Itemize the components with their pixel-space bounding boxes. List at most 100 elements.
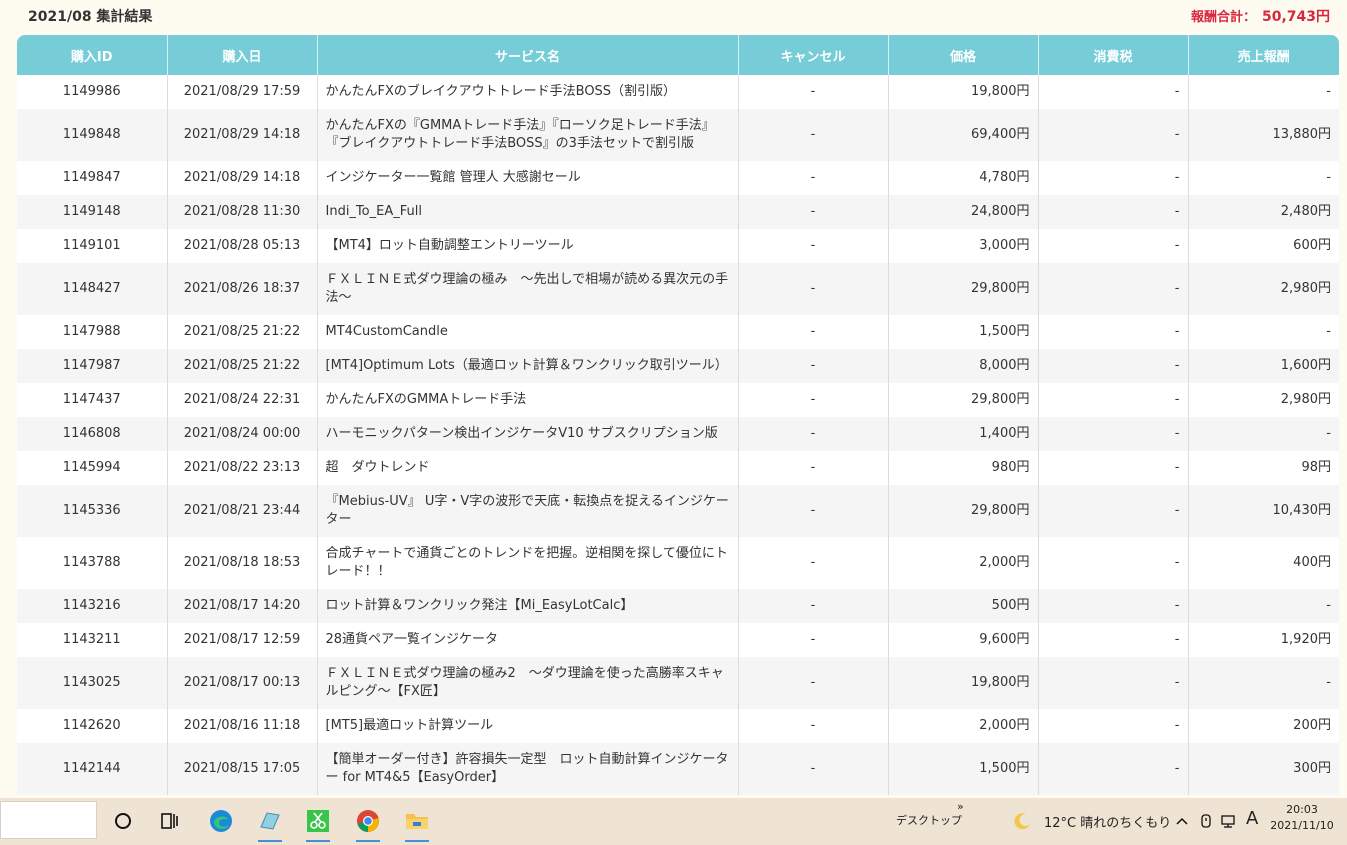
moon-icon[interactable] <box>1006 802 1040 840</box>
cell-price: 1,500円 <box>887 743 1038 795</box>
cell-price: 24,800円 <box>887 195 1038 229</box>
cell-purchase-id: 1149986 <box>17 75 167 109</box>
cell-cancel: - <box>737 109 888 161</box>
cell-purchase-date: 2021/08/21 23:44 <box>166 485 317 537</box>
table-header-row: 購入ID 購入日 サービス名 キャンセル 価格 消費税 売上報酬 <box>17 35 1339 75</box>
table-row: 1147437 2021/08/24 22:31 かんたんFXのGMMAトレード手法… <box>17 383 1339 417</box>
cell-cancel: - <box>737 161 888 195</box>
cell-purchase-id: 1145336 <box>17 485 167 537</box>
col-header-cancel: キャンセル <box>737 35 888 75</box>
cell-purchase-id: 1146808 <box>17 417 167 451</box>
table-row: 1149986 2021/08/29 17:59 かんたんFXのブレイクアウトトレー… <box>17 75 1339 109</box>
cell-reward: 400円 <box>1187 537 1339 589</box>
clock-date: 2021/11/10 <box>1270 819 1334 832</box>
cell-reward: 1,600円 <box>1187 349 1339 383</box>
cell-purchase-date: 2021/08/18 18:53 <box>166 537 317 589</box>
cell-cancel: - <box>737 657 888 709</box>
cell-reward: - <box>1187 75 1339 109</box>
cell-tax: - <box>1037 229 1188 263</box>
cortana-icon[interactable] <box>103 802 143 840</box>
cell-tax: - <box>1037 109 1188 161</box>
cell-purchase-id: 1147987 <box>17 349 167 383</box>
results-table-container: 購入ID 購入日 サービス名 キャンセル 価格 消費税 売上報酬 1149986… <box>17 35 1339 795</box>
header-bar: 2021/08 集計結果 報酬合計： 50,743円 <box>0 0 1347 32</box>
cell-service-name: 28通貨ペア一覧インジケータ <box>316 623 738 657</box>
cell-cancel: - <box>737 383 888 417</box>
cell-cancel: - <box>737 195 888 229</box>
cell-service-name: インジケーター一覧館 管理人 大感謝セール <box>316 161 738 195</box>
cell-cancel: - <box>737 417 888 451</box>
cell-tax: - <box>1037 709 1188 743</box>
cell-reward: 98円 <box>1187 451 1339 485</box>
cell-service-name: かんたんFXのGMMAトレード手法 <box>316 383 738 417</box>
chevron-up-icon[interactable] <box>1172 802 1192 840</box>
cell-purchase-id: 1142620 <box>17 709 167 743</box>
cell-purchase-date: 2021/08/26 18:37 <box>166 263 317 315</box>
table-row: 1149847 2021/08/29 14:18 インジケーター一覧館 管理人 大感… <box>17 161 1339 195</box>
cell-cancel: - <box>737 485 888 537</box>
cell-cancel: - <box>737 589 888 623</box>
cell-reward: 13,880円 <box>1187 109 1339 161</box>
weather-text[interactable]: 12°C 晴れのちくもり <box>1044 812 1171 831</box>
total-label: 報酬合計： <box>1190 10 1256 25</box>
cell-purchase-id: 1143216 <box>17 589 167 623</box>
cell-cancel: - <box>737 315 888 349</box>
cell-price: 8,000円 <box>887 349 1038 383</box>
file-explorer-icon[interactable] <box>397 802 437 842</box>
desktop-toolbar-label[interactable]: デスクトップ <box>896 812 962 828</box>
table-row: 1147988 2021/08/25 21:22 MT4CustomCandle -1… <box>17 315 1339 349</box>
task-view-icon[interactable] <box>150 802 190 840</box>
total-reward: 報酬合計： 50,743円 <box>1191 6 1330 26</box>
cell-purchase-id: 1143211 <box>17 623 167 657</box>
device-icon[interactable] <box>1196 802 1216 840</box>
cell-price: 29,800円 <box>887 383 1038 417</box>
cell-purchase-id: 1143025 <box>17 657 167 709</box>
cell-tax: - <box>1037 263 1188 315</box>
chrome-icon[interactable] <box>348 802 388 842</box>
cell-service-name: [MT4]Optimum Lots（最適ロット計算＆ワンクリック取引ツール） <box>316 349 738 383</box>
cell-purchase-id: 1149848 <box>17 109 167 161</box>
cell-price: 9,600円 <box>887 623 1038 657</box>
cell-tax: - <box>1037 315 1188 349</box>
cell-price: 2,000円 <box>887 709 1038 743</box>
cell-purchase-id: 1149148 <box>17 195 167 229</box>
cell-price: 980円 <box>887 451 1038 485</box>
cell-tax: - <box>1037 195 1188 229</box>
table-row: 1149848 2021/08/29 14:18 かんたんFXの『GMMAトレード手… <box>17 109 1339 161</box>
total-value: 50,743円 <box>1261 9 1330 25</box>
cell-cancel: - <box>737 263 888 315</box>
cell-service-name: かんたんFXの『GMMAトレード手法』『ローソク足トレード手法』『ブレイクアウト… <box>316 109 738 161</box>
ime-indicator[interactable]: A <box>1246 808 1258 829</box>
cell-tax: - <box>1037 743 1188 795</box>
clock[interactable]: 20:03 2021/11/10 <box>1262 802 1342 834</box>
cell-purchase-date: 2021/08/22 23:13 <box>166 451 317 485</box>
cell-price: 3,000円 <box>887 229 1038 263</box>
edge-icon[interactable] <box>201 802 241 840</box>
cell-service-name: ロット計算＆ワンクリック発注【Mi_EasyLotCalc】 <box>316 589 738 623</box>
cell-reward: - <box>1187 161 1339 195</box>
cell-service-name: Indi_To_EA_Full <box>316 195 738 229</box>
cell-purchase-date: 2021/08/25 21:22 <box>166 349 317 383</box>
cell-purchase-date: 2021/08/17 12:59 <box>166 623 317 657</box>
table-row: 1142620 2021/08/16 11:18 [MT5]最適ロット計算ツール -2… <box>17 709 1339 743</box>
cell-reward: 600円 <box>1187 229 1339 263</box>
cell-tax: - <box>1037 417 1188 451</box>
table-row: 1145336 2021/08/21 23:44 『Mebius-UV』 U字・V字… <box>17 485 1339 537</box>
cell-cancel: - <box>737 75 888 109</box>
table-row: 1147987 2021/08/25 21:22 [MT4]Optimum Lots… <box>17 349 1339 383</box>
cell-purchase-date: 2021/08/29 14:18 <box>166 161 317 195</box>
network-icon[interactable] <box>1218 802 1240 840</box>
table-row: 1142144 2021/08/15 17:05 【簡単オーダー付き】許容損失一定型… <box>17 743 1339 795</box>
app-icon[interactable] <box>250 802 290 842</box>
cell-price: 4,780円 <box>887 161 1038 195</box>
table-row: 1148427 2021/08/26 18:37 ＦＸＬＩＮＥ式ダウ理論の極み ～先… <box>17 263 1339 315</box>
cell-service-name: MT4CustomCandle <box>316 315 738 349</box>
toolbar-chevron[interactable]: » <box>957 800 964 813</box>
snipping-tool-icon[interactable] <box>298 802 338 842</box>
cell-reward: - <box>1187 315 1339 349</box>
cell-service-name: かんたんFXのブレイクアウトトレード手法BOSS（割引版） <box>316 75 738 109</box>
cell-purchase-id: 1148427 <box>17 263 167 315</box>
cell-price: 1,400円 <box>887 417 1038 451</box>
cell-purchase-date: 2021/08/17 00:13 <box>166 657 317 709</box>
taskbar-search-box[interactable] <box>0 801 97 839</box>
